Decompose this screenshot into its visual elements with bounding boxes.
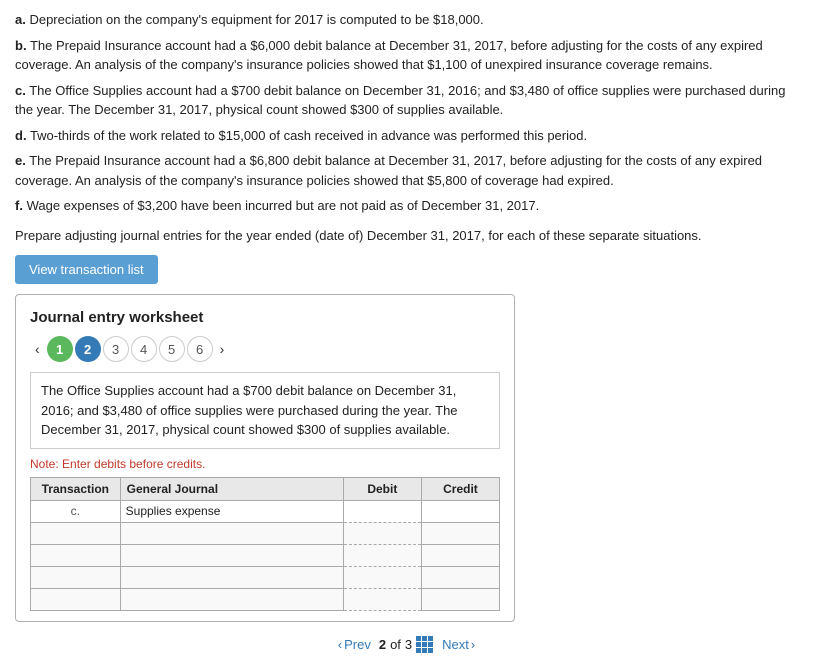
tab-prev-arrow[interactable]: ‹ [30, 339, 45, 359]
row4-transaction [31, 566, 121, 588]
prob-e-text: The Prepaid Insurance account had a $6,8… [15, 153, 762, 188]
table-row: c. Supplies expense [31, 500, 500, 522]
context-box: The Office Supplies account had a $700 d… [30, 372, 500, 449]
row2-general[interactable] [120, 522, 343, 544]
row4-general-input[interactable] [126, 570, 338, 584]
row3-credit-input[interactable] [427, 548, 494, 562]
row4-credit-input[interactable] [427, 570, 494, 584]
row3-debit[interactable] [343, 544, 421, 566]
row2-credit-input[interactable] [427, 526, 494, 540]
tab-1[interactable]: 1 [47, 336, 73, 362]
prev-arrow-icon: ‹ [338, 637, 342, 652]
table-row [31, 544, 500, 566]
row4-credit[interactable] [421, 566, 499, 588]
row4-general[interactable] [120, 566, 343, 588]
row1-debit-input[interactable] [349, 504, 416, 518]
pagination: ‹ Prev 2 of 3 Next › [15, 636, 798, 654]
total-pages: 3 [405, 637, 412, 652]
row5-general-input[interactable] [126, 592, 338, 606]
prev-label[interactable]: Prev [344, 637, 371, 652]
col-transaction: Transaction [31, 477, 121, 500]
row5-debit-input[interactable] [349, 592, 416, 606]
col-debit: Debit [343, 477, 421, 500]
tab-4[interactable]: 4 [131, 336, 157, 362]
row2-transaction [31, 522, 121, 544]
next-label[interactable]: Next [442, 637, 469, 652]
table-row [31, 566, 500, 588]
grid-icon[interactable] [416, 636, 434, 654]
row2-debit-input[interactable] [349, 526, 416, 540]
tab-next-arrow[interactable]: › [215, 339, 230, 359]
row3-credit[interactable] [421, 544, 499, 566]
next-arrow-icon: › [471, 637, 475, 652]
row1-general: Supplies expense [120, 500, 343, 522]
table-row [31, 588, 500, 610]
row1-credit[interactable] [421, 500, 499, 522]
prepare-text: Prepare adjusting journal entries for th… [15, 226, 798, 246]
row3-debit-input[interactable] [349, 548, 416, 562]
prob-b-text: The Prepaid Insurance account had a $6,0… [15, 38, 763, 73]
prob-f-label: f. [15, 198, 23, 213]
worksheet-title: Journal entry worksheet [30, 309, 500, 326]
prob-b-label: b. [15, 38, 27, 53]
row1-credit-input[interactable] [427, 504, 494, 518]
current-page: 2 [379, 637, 386, 652]
prob-d-text: Two-thirds of the work related to $15,00… [27, 128, 588, 143]
prob-c-label: c. [15, 83, 26, 98]
problem-list: a. Depreciation on the company's equipme… [15, 10, 798, 216]
prev-button[interactable]: ‹ Prev [338, 637, 371, 652]
tab-navigation: ‹ 1 2 3 4 5 6 › [30, 336, 500, 362]
row3-transaction [31, 544, 121, 566]
row5-credit[interactable] [421, 588, 499, 610]
tab-2[interactable]: 2 [75, 336, 101, 362]
tab-6[interactable]: 6 [187, 336, 213, 362]
row5-debit[interactable] [343, 588, 421, 610]
row5-credit-input[interactable] [427, 592, 494, 606]
row2-debit[interactable] [343, 522, 421, 544]
tab-3[interactable]: 3 [103, 336, 129, 362]
row5-general[interactable] [120, 588, 343, 610]
row4-debit-input[interactable] [349, 570, 416, 584]
row3-general-input[interactable] [126, 548, 338, 562]
prob-a-label: a. [15, 12, 26, 27]
journal-table: Transaction General Journal Debit Credit… [30, 477, 500, 611]
prob-c-text: The Office Supplies account had a $700 d… [15, 83, 785, 118]
prob-d-label: d. [15, 128, 27, 143]
prob-a-text: Depreciation on the company's equipment … [26, 12, 484, 27]
col-credit: Credit [421, 477, 499, 500]
of-label: of [390, 637, 401, 652]
prob-e-label: e. [15, 153, 26, 168]
row2-credit[interactable] [421, 522, 499, 544]
table-row [31, 522, 500, 544]
view-transaction-list-button[interactable]: View transaction list [15, 255, 158, 284]
note-text: Note: Enter debits before credits. [30, 457, 500, 471]
row4-debit[interactable] [343, 566, 421, 588]
col-general-journal: General Journal [120, 477, 343, 500]
page-info: 2 of 3 [379, 636, 434, 654]
prob-f-text: Wage expenses of $3,200 have been incurr… [23, 198, 539, 213]
tab-5[interactable]: 5 [159, 336, 185, 362]
next-button[interactable]: Next › [442, 637, 475, 652]
journal-entry-worksheet: Journal entry worksheet ‹ 1 2 3 4 5 6 › … [15, 294, 515, 622]
row5-transaction [31, 588, 121, 610]
row1-transaction: c. [31, 500, 121, 522]
row2-general-input[interactable] [126, 526, 338, 540]
row1-debit[interactable] [343, 500, 421, 522]
row3-general[interactable] [120, 544, 343, 566]
